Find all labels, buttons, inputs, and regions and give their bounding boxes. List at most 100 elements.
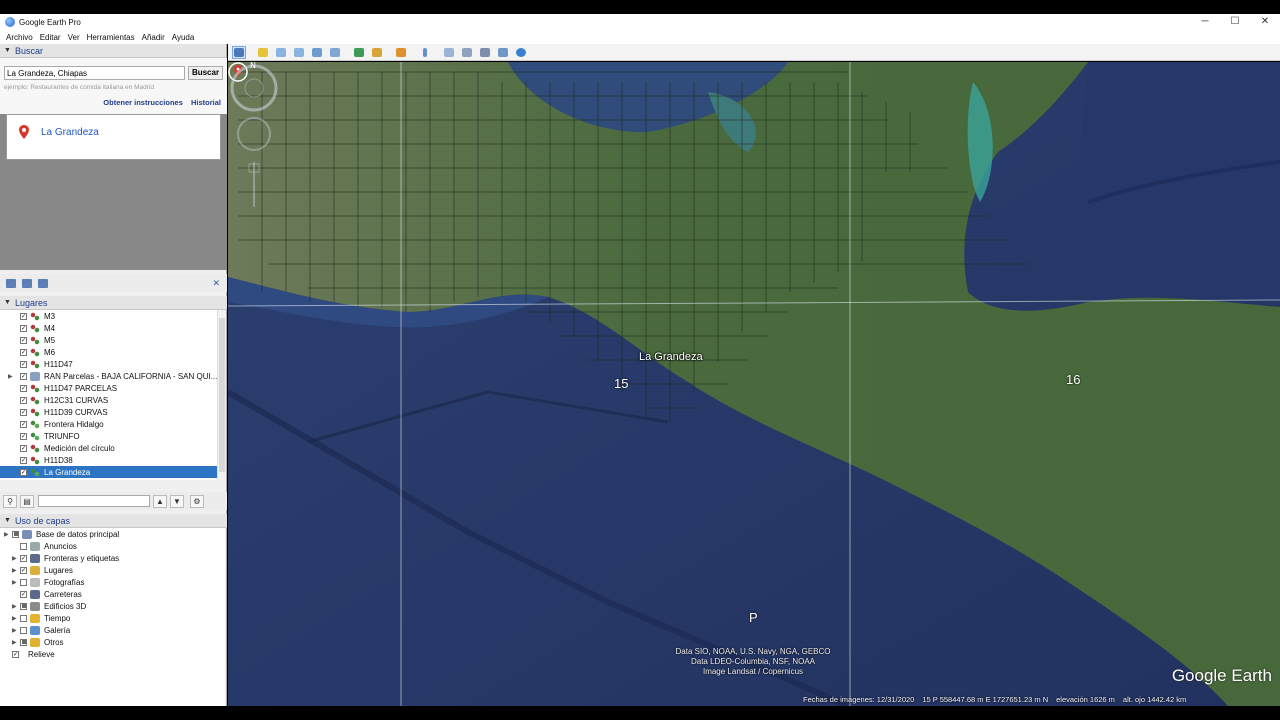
minimize-button[interactable]: ─	[1190, 14, 1220, 30]
expand-arrow-icon[interactable]: ▶	[12, 555, 17, 562]
close-results-icon[interactable]: ✕	[212, 278, 220, 289]
email-button[interactable]	[442, 46, 456, 59]
search-button[interactable]: Buscar	[188, 66, 223, 80]
search-places-icon[interactable]: ⚲	[3, 494, 17, 508]
places-item[interactable]: ▶ ✓ RAN Parcelas - BAJA CALIFORNIA - SAN Q…	[0, 370, 217, 382]
checkbox[interactable]: ✓	[20, 444, 27, 452]
expand-arrow-icon[interactable]: ▶	[12, 627, 17, 634]
expand-arrow-icon[interactable]: ▶	[12, 639, 17, 646]
checkbox[interactable]: ✓	[20, 420, 27, 428]
layer-item[interactable]: ▶ Fotografías	[0, 576, 225, 588]
places-item[interactable]: ✓ Medición del círculo	[0, 442, 217, 454]
expand-arrow-icon[interactable]: ▶	[12, 579, 17, 586]
checkbox[interactable]: ✓	[20, 554, 27, 562]
ruler-button[interactable]	[418, 46, 432, 59]
copy-icon[interactable]	[22, 278, 32, 288]
checkbox[interactable]: ✓	[20, 360, 27, 368]
maximize-button[interactable]: ☐	[1220, 14, 1250, 30]
toggle-panel-icon[interactable]: ▤	[20, 494, 34, 508]
scrollbar-thumb[interactable]	[219, 318, 225, 472]
search-result-name[interactable]: La Grandeza	[41, 127, 99, 138]
layer-item[interactable]: ▶ ✓ Lugares	[0, 564, 225, 576]
places-item[interactable]: ✓ M5	[0, 334, 217, 346]
expand-arrow-icon[interactable]: ▶	[12, 615, 17, 622]
layer-item[interactable]: ▶ ✓ Fronteras y etiquetas	[0, 552, 225, 564]
checkbox[interactable]: ✓	[20, 468, 27, 476]
expand-arrow-icon[interactable]: ▶	[4, 531, 9, 538]
save-image-button[interactable]	[478, 46, 492, 59]
add-overlay-button[interactable]	[310, 46, 324, 59]
layer-item[interactable]: ▶ Tiempo	[0, 612, 225, 624]
pan-control-icon[interactable]	[237, 117, 271, 151]
print-icon[interactable]	[38, 278, 48, 288]
layer-item[interactable]: ✓ Carreteras	[0, 588, 225, 600]
expand-arrow-icon[interactable]: ▶	[8, 373, 13, 380]
checkbox[interactable]: ✓	[20, 396, 27, 404]
layer-item[interactable]: ▶ Otros	[0, 636, 225, 648]
places-item[interactable]: ✓ H11D39 CURVAS	[0, 406, 217, 418]
layer-item[interactable]: ▶ Edificios 3D	[0, 600, 225, 612]
menu-herramientas[interactable]: Herramientas	[87, 33, 135, 42]
places-item[interactable]: ✓ TRIUNFO	[0, 430, 217, 442]
layer-item[interactable]: ✓ Relieve	[0, 648, 225, 660]
checkbox[interactable]: ✓	[20, 324, 27, 332]
historical-imagery-button[interactable]	[352, 46, 366, 59]
record-tour-button[interactable]	[328, 46, 342, 59]
checkbox[interactable]	[20, 614, 27, 622]
search-section-header[interactable]: ▼ Buscar	[0, 44, 226, 58]
layers-section-header[interactable]: ▼ Uso de capas	[0, 514, 227, 528]
view-in-maps-button[interactable]	[496, 46, 510, 59]
menu-ver[interactable]: Ver	[68, 33, 80, 42]
places-item[interactable]: ✓ H11D47 PARCELAS	[0, 382, 217, 394]
checkbox[interactable]: ✓	[20, 456, 27, 464]
checkbox[interactable]: ✓	[20, 384, 27, 392]
switch-planet-button[interactable]	[394, 46, 408, 59]
print-button[interactable]	[460, 46, 474, 59]
places-item[interactable]: ✓ H12C31 CURVAS	[0, 394, 217, 406]
compass-ring-icon[interactable]	[230, 64, 278, 112]
expand-arrow-icon[interactable]: ▶	[12, 603, 17, 610]
places-section-header[interactable]: ▼ Lugares	[0, 296, 227, 310]
add-path-button[interactable]	[292, 46, 306, 59]
move-down-icon[interactable]: ▼	[170, 494, 184, 508]
add-placemark-button[interactable]	[256, 46, 270, 59]
checkbox[interactable]: ✓	[20, 348, 27, 356]
navigation-controls[interactable]: N	[228, 62, 280, 212]
places-item[interactable]: ✓ M3	[0, 310, 217, 322]
earth-button[interactable]	[514, 46, 528, 59]
places-item[interactable]: ✓ M4	[0, 322, 217, 334]
checkbox[interactable]	[20, 602, 27, 610]
checkbox[interactable]	[20, 578, 27, 586]
map-view[interactable]: 15 16 P La Grandeza N Data SIO, NOAA, U.…	[228, 62, 1280, 706]
checkbox[interactable]: ✓	[20, 312, 27, 320]
menu-archivo[interactable]: Archivo	[6, 33, 33, 42]
places-item[interactable]: Lugares temporales	[0, 478, 217, 480]
checkbox[interactable]	[20, 638, 27, 646]
checkbox[interactable]: ✓	[20, 408, 27, 416]
checkbox[interactable]	[20, 542, 27, 550]
sunlight-button[interactable]	[370, 46, 384, 59]
add-polygon-button[interactable]	[274, 46, 288, 59]
places-item[interactable]: ✓ M6	[0, 346, 217, 358]
places-filter-input[interactable]	[38, 495, 150, 507]
search-input[interactable]	[4, 66, 185, 80]
menu-anadir[interactable]: Añadir	[142, 33, 165, 42]
close-button[interactable]: ✕	[1250, 14, 1280, 30]
places-item[interactable]: ✓ H11D38	[0, 454, 217, 466]
checkbox[interactable]: ✓	[20, 336, 27, 344]
layer-item[interactable]: ▶ Base de datos principal	[0, 528, 225, 540]
checkbox[interactable]	[20, 626, 27, 634]
checkbox[interactable]: ✓	[12, 650, 19, 658]
layer-item[interactable]: ▶ Galería	[0, 624, 225, 636]
expand-arrow-icon[interactable]: ▶	[12, 567, 17, 574]
sidebar-toggle-button[interactable]	[232, 45, 246, 59]
places-scrollbar[interactable]	[217, 310, 225, 480]
checkbox[interactable]: ✓	[20, 372, 27, 380]
move-up-icon[interactable]: ▲	[153, 494, 167, 508]
search-result-item[interactable]: La Grandeza	[6, 114, 221, 160]
checkbox[interactable]	[12, 530, 19, 538]
share-icon[interactable]: ⚙	[190, 494, 204, 508]
placemark-label[interactable]: La Grandeza	[639, 351, 703, 363]
places-item[interactable]: ✓ H11D47	[0, 358, 217, 370]
layer-item[interactable]: Anuncios	[0, 540, 225, 552]
